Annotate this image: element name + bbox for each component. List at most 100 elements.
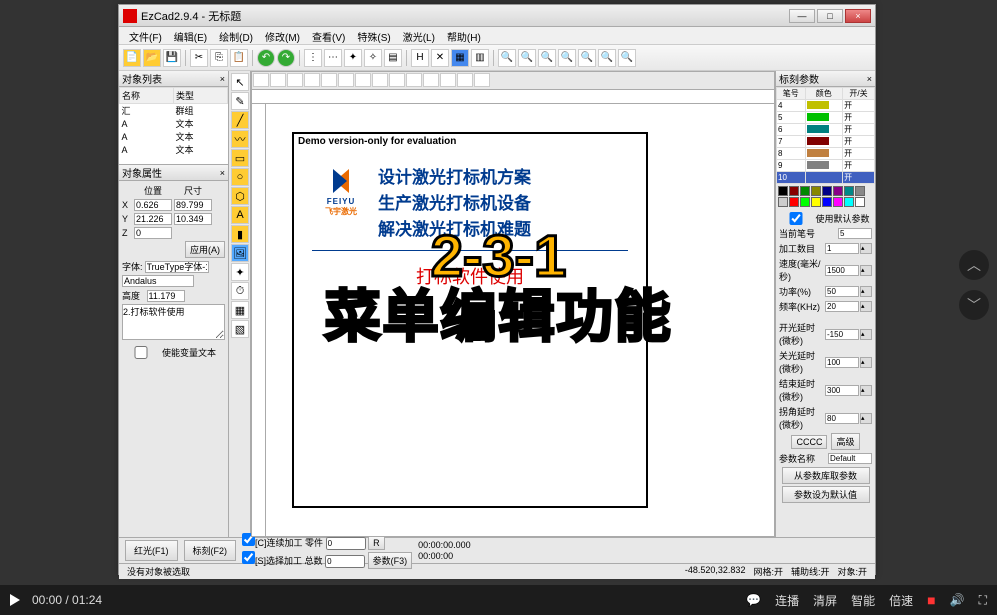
close-button[interactable]: × xyxy=(845,9,871,23)
mark-button[interactable]: 标刻(F2) xyxy=(184,540,237,561)
quality-icon[interactable]: ■ xyxy=(927,592,935,608)
align-tool[interactable] xyxy=(253,73,269,87)
tool-button[interactable]: ⋮ xyxy=(304,49,322,67)
panel-close-icon[interactable]: × xyxy=(220,74,225,84)
params-button[interactable]: 参数(F3) xyxy=(368,552,413,569)
parts-input[interactable] xyxy=(326,537,366,550)
var-text-checkbox[interactable] xyxy=(122,346,160,359)
lock-tool[interactable] xyxy=(321,73,337,87)
tool-button[interactable]: ✧ xyxy=(364,49,382,67)
align-tool[interactable] xyxy=(474,73,490,87)
param-name-input[interactable] xyxy=(828,453,872,464)
save-button[interactable]: 💾 xyxy=(163,49,181,67)
danmu-icon[interactable]: 💬 xyxy=(746,593,761,607)
zoom-in-button[interactable]: 🔍 xyxy=(518,49,536,67)
load-params-button[interactable]: 从参数库取参数 xyxy=(782,467,870,484)
speed-input[interactable] xyxy=(825,265,859,276)
align-tool[interactable] xyxy=(457,73,473,87)
tool-button[interactable]: ⋯ xyxy=(324,49,342,67)
vector-tool[interactable]: ✦ xyxy=(231,263,249,281)
align-tool[interactable] xyxy=(304,73,320,87)
smart-button[interactable]: 智能 xyxy=(851,592,875,609)
clear-button[interactable]: 清屏 xyxy=(813,592,837,609)
minimize-button[interactable]: — xyxy=(789,9,815,23)
menu-edit[interactable]: 编辑(E) xyxy=(168,27,213,44)
align-tool[interactable] xyxy=(389,73,405,87)
panel-close-icon[interactable]: × xyxy=(220,168,225,178)
align-tool[interactable] xyxy=(406,73,422,87)
pos-x-input[interactable] xyxy=(134,199,172,211)
menu-modify[interactable]: 修改(M) xyxy=(259,27,306,44)
redo-button[interactable]: ↷ xyxy=(277,49,295,67)
tool-button[interactable]: ▤ xyxy=(384,49,402,67)
on-delay-input[interactable] xyxy=(825,329,859,340)
align-tool[interactable] xyxy=(440,73,456,87)
play-button[interactable] xyxy=(10,594,20,606)
zoom-button[interactable]: 🔍 xyxy=(618,49,636,67)
tool-button[interactable]: ✕ xyxy=(431,49,449,67)
count-input[interactable] xyxy=(825,243,859,254)
object-list[interactable]: 名称类型 汇群组 A文本 A文本 A文本 xyxy=(119,87,228,165)
font-name-input[interactable] xyxy=(122,275,194,287)
align-tool[interactable] xyxy=(338,73,354,87)
menu-draw[interactable]: 绘制(D) xyxy=(213,27,259,44)
open-file-button[interactable]: 📂 xyxy=(143,49,161,67)
zoom-fit-button[interactable]: 🔍 xyxy=(558,49,576,67)
current-pen-input[interactable] xyxy=(838,228,872,239)
tool-button[interactable]: ▦ xyxy=(451,49,469,67)
pos-y-input[interactable] xyxy=(134,213,172,225)
cut-button[interactable]: ✂ xyxy=(190,49,208,67)
red-light-button[interactable]: 红光(F1) xyxy=(125,540,178,561)
zoom-out-button[interactable]: 🔍 xyxy=(538,49,556,67)
maximize-button[interactable]: □ xyxy=(817,9,843,23)
next-video-button[interactable]: ﹀ xyxy=(959,290,989,320)
r-button[interactable]: R xyxy=(368,536,385,550)
power-input[interactable] xyxy=(825,286,859,297)
height-input[interactable] xyxy=(147,290,185,302)
pos-z-input[interactable] xyxy=(134,227,172,239)
prev-video-button[interactable]: ︿ xyxy=(959,250,989,280)
tool-button[interactable]: ✦ xyxy=(344,49,362,67)
image-tool[interactable]: 🖼 xyxy=(231,244,249,262)
volume-icon[interactable]: 🔊 xyxy=(950,593,965,607)
tool-button[interactable]: ▥ xyxy=(471,49,489,67)
menu-file[interactable]: 文件(F) xyxy=(123,27,168,44)
copy-button[interactable]: ⎘ xyxy=(210,49,228,67)
pen-table[interactable]: 笔号颜色开/关 4开 5开 6开 7开 8开 9开 10开 xyxy=(776,87,875,184)
use-default-checkbox[interactable] xyxy=(779,212,813,225)
menu-help[interactable]: 帮助(H) xyxy=(441,27,487,44)
align-tool[interactable] xyxy=(287,73,303,87)
align-tool[interactable] xyxy=(423,73,439,87)
menu-laser[interactable]: 激光(L) xyxy=(397,27,441,44)
size-x-input[interactable] xyxy=(174,199,212,211)
tool-button[interactable]: H xyxy=(411,49,429,67)
corner-delay-input[interactable] xyxy=(825,413,859,424)
panel-close-icon[interactable]: × xyxy=(867,74,872,84)
timer-tool[interactable]: ⏱ xyxy=(231,282,249,300)
undo-button[interactable]: ↶ xyxy=(257,49,275,67)
align-tool[interactable] xyxy=(355,73,371,87)
off-delay-input[interactable] xyxy=(825,357,859,368)
barcode-tool[interactable]: ▮ xyxy=(231,225,249,243)
zoom-button[interactable]: 🔍 xyxy=(598,49,616,67)
canvas-area[interactable]: Demo version-only for evaluation FEIYU 飞… xyxy=(251,71,775,537)
size-y-input[interactable] xyxy=(174,213,212,225)
color-palette[interactable] xyxy=(776,184,875,209)
text-content-input[interactable]: 2.打标软件使用 xyxy=(122,304,225,340)
select-tool[interactable]: ↖ xyxy=(231,73,249,91)
autoplay-toggle[interactable]: 连播 xyxy=(775,592,799,609)
end-delay-input[interactable] xyxy=(825,385,859,396)
align-tool[interactable] xyxy=(372,73,388,87)
new-file-button[interactable]: 📄 xyxy=(123,49,141,67)
input-tool[interactable]: ▦ xyxy=(231,301,249,319)
paste-button[interactable]: 📋 xyxy=(230,49,248,67)
freq-input[interactable] xyxy=(825,301,859,312)
polygon-tool[interactable]: ⬡ xyxy=(231,187,249,205)
curve-tool[interactable]: 〰 xyxy=(231,130,249,148)
apply-button[interactable]: 应用(A) xyxy=(185,241,225,258)
menu-view[interactable]: 查看(V) xyxy=(306,27,351,44)
fullscreen-icon[interactable]: ⛶ xyxy=(979,593,987,608)
total-input[interactable] xyxy=(325,555,365,568)
font-select[interactable] xyxy=(145,261,209,273)
output-tool[interactable]: ▧ xyxy=(231,320,249,338)
